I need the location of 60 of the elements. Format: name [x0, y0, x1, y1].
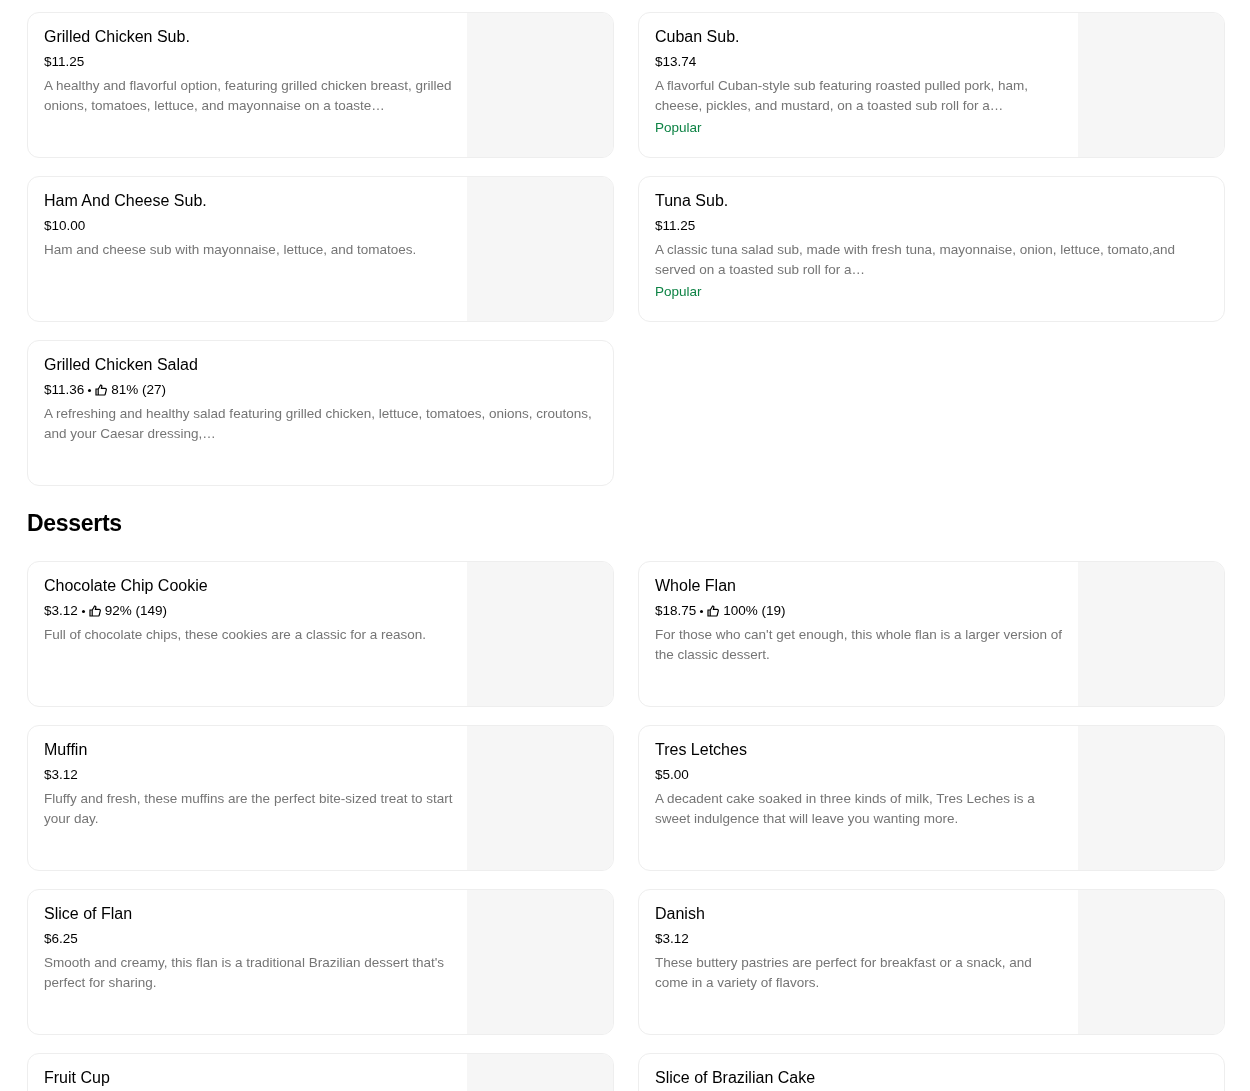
menu-item-card[interactable]: Grilled Chicken Salad $11.36 81% (27) A refreshing and healthy salad featuring grilled chicken, lettuce, tomatoes, onions, croutons, and your Caesar dressing,…	[27, 340, 614, 486]
menu-item-card[interactable]: Muffin $3.12 Fluffy and fresh, these muffins are the perfect bite-sized treat to start your day.	[27, 725, 614, 871]
thumbs-up-icon	[707, 605, 720, 617]
item-rating: 81% (27)	[111, 381, 167, 399]
item-price: $11.36	[44, 381, 85, 399]
item-price: $18.75	[655, 602, 697, 620]
item-description: Ham and cheese sub with mayonnaise, lettuce, and tomatoes.	[44, 241, 418, 259]
item-name: Grilled Chicken Salad	[44, 356, 199, 374]
item-description: Fluffy and fresh, these muffins are the perfect bite-sized treat to start your day.	[44, 790, 454, 828]
item-name: Cuban Sub.	[655, 28, 741, 46]
thumbs-up-icon	[88, 605, 101, 617]
item-name: Tres Letches	[655, 741, 748, 759]
popular-label: Popular	[655, 119, 703, 137]
menu-item-card[interactable]: Fruit Cup	[27, 1053, 614, 1091]
item-price: $6.25	[44, 930, 78, 948]
item-name: Grilled Chicken Sub.	[44, 28, 191, 46]
menu-item-card[interactable]: Danish $3.12 These buttery pastries are perfect for breakfast or a snack, and come in a variety of flavors.	[638, 889, 1225, 1035]
item-name: Muffin	[44, 741, 89, 759]
menu-item-card[interactable]: Slice of Brazilian Cake	[638, 1053, 1225, 1091]
item-name: Ham And Cheese Sub.	[44, 192, 208, 210]
item-price: $3.12	[44, 602, 78, 620]
item-description: A refreshing and healthy salad featuring grilled chicken, lettuce, tomatoes, onions, croutons, and your Caesar dressing,…	[44, 405, 593, 443]
item-name: Slice of Flan	[44, 905, 134, 923]
item-description: For those who can't get enough, this whole flan is a larger version of the classic dessert.	[655, 626, 1064, 664]
item-description: A healthy and flavorful option, featuring grilled chicken breast, grilled onions, tomatoes, lettuce, and mayonnaise on a toaste…	[44, 77, 453, 115]
item-price: $13.74	[655, 53, 697, 71]
item-description: These buttery pastries are perfect for breakfast or a snack, and come in a variety of flavors.	[655, 954, 1033, 992]
popular-label: Popular	[655, 283, 703, 301]
item-rating: 92% (149)	[104, 602, 168, 620]
item-name: Slice of Brazilian Cake	[655, 1069, 817, 1087]
item-name: Whole Flan	[655, 577, 737, 595]
item-rating: 100% (19)	[723, 602, 786, 620]
menu-item-card[interactable]: Grilled Chicken Sub. $11.25 A healthy and flavorful option, featuring grilled chicken breast, grilled onions, tomatoes, lettuce, and mayonnaise on a toaste…	[27, 12, 614, 158]
menu-item-card[interactable]: Tres Letches $5.00 A decadent cake soaked in three kinds of milk, Tres Leches is a sweet indulgence that will leave you wanting more.	[638, 725, 1225, 871]
item-price: $11.25	[44, 53, 85, 71]
menu-item-card[interactable]: Tuna Sub. $11.25 A classic tuna salad sub, made with fresh tuna, mayonnaise, onion, lettuce, tomato,and served on a toasted sub roll for a… Popular	[638, 176, 1225, 322]
item-price: $10.00	[44, 217, 86, 235]
item-price: $11.25	[655, 217, 696, 235]
menu-item-card[interactable]: Whole Flan $18.75 100% (19) For those who can't get enough, this whole flan is a larger version of the classic dessert.	[638, 561, 1225, 707]
item-name: Fruit Cup	[44, 1069, 111, 1087]
item-price: $3.12	[655, 930, 689, 948]
menu-item-card[interactable]: Chocolate Chip Cookie $3.12 92% (149) Full of chocolate chips, these cookies are a classic for a reason.	[27, 561, 614, 707]
item-description: Full of chocolate chips, these cookies are a classic for a reason.	[44, 626, 427, 644]
item-name: Danish	[655, 905, 706, 923]
item-description: A classic tuna salad sub, made with fresh tuna, mayonnaise, onion, lettuce, tomato,and served on a toasted sub roll for a…	[655, 241, 1177, 279]
thumbs-up-icon	[95, 384, 108, 396]
item-price: $3.12	[44, 766, 78, 784]
menu-item-card[interactable]: Cuban Sub. $13.74 A flavorful Cuban-style sub featuring roasted pulled pork, ham, cheese, pickles, and mustard, on a toasted sub roll for a… Popular	[638, 12, 1225, 158]
item-description: A decadent cake soaked in three kinds of milk, Tres Leches is a sweet indulgence that will leave you wanting more.	[655, 790, 1036, 828]
item-description: A flavorful Cuban-style sub featuring roasted pulled pork, ham, cheese, pickles, and mustard, on a toasted sub roll for a…	[655, 77, 1029, 115]
item-price: $5.00	[655, 766, 689, 784]
item-name: Tuna Sub.	[655, 192, 730, 210]
separator-dot-icon	[81, 609, 85, 613]
menu-item-card[interactable]: Slice of Flan $6.25 Smooth and creamy, this flan is a traditional Brazilian dessert that's perfect for sharing.	[27, 889, 614, 1035]
separator-dot-icon	[700, 609, 704, 613]
section-heading: Desserts	[27, 509, 123, 538]
item-name: Chocolate Chip Cookie	[44, 577, 209, 595]
item-description: Smooth and creamy, this flan is a traditional Brazilian dessert that's perfect for sharing.	[44, 954, 446, 992]
separator-dot-icon	[88, 388, 92, 392]
menu-item-card[interactable]: Ham And Cheese Sub. $10.00 Ham and cheese sub with mayonnaise, lettuce, and tomatoes.	[27, 176, 614, 322]
